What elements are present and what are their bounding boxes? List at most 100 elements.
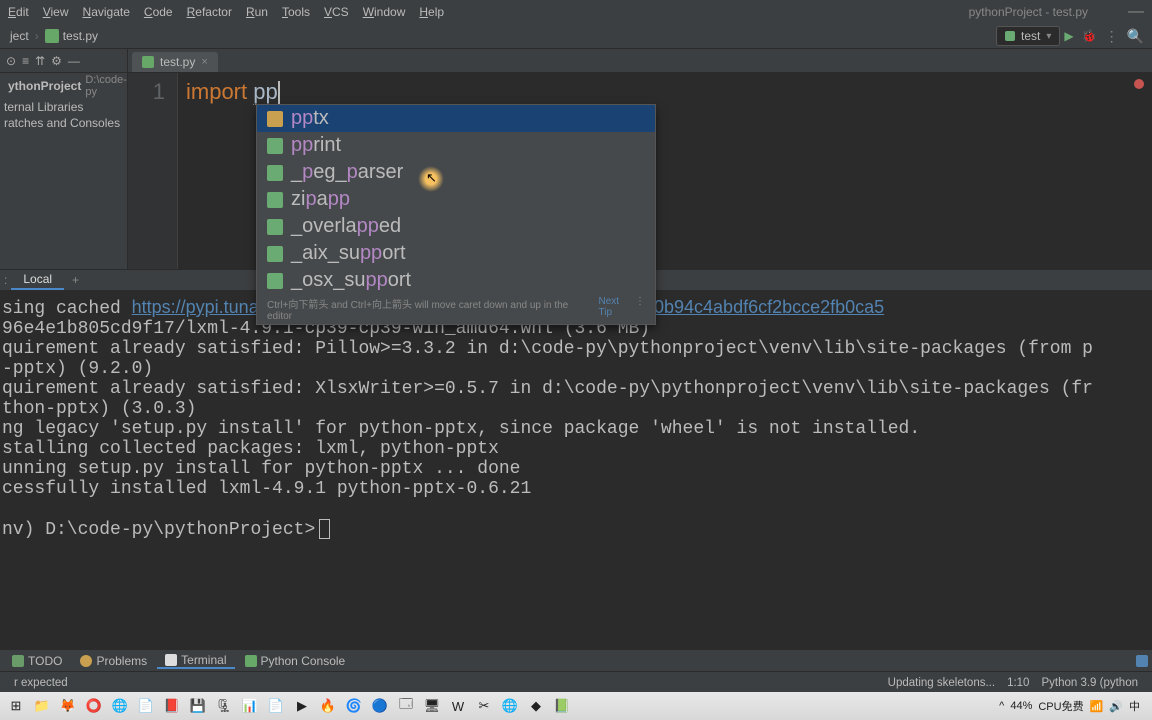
autocomplete-item[interactable]: pptx (257, 105, 655, 132)
autocomplete-item[interactable]: zipapp (257, 186, 655, 213)
python-console-icon (245, 655, 257, 667)
event-log-icon[interactable] (1136, 655, 1148, 667)
taskbar-app-icon[interactable]: 📄 (264, 696, 288, 716)
taskbar-app-icon[interactable]: 🔥 (316, 696, 340, 716)
title-breadcrumb: pythonProject - test.py (969, 5, 1088, 19)
terminal-tab-local[interactable]: Local (11, 270, 64, 290)
tray-battery[interactable]: 44% (1010, 700, 1032, 712)
expand-all-icon[interactable]: ≡ (22, 54, 29, 68)
menu-refactor[interactable]: Refactor (187, 5, 232, 19)
search-icon[interactable]: 🔍 (1127, 28, 1144, 45)
module-icon (267, 273, 283, 289)
autocomplete-item[interactable]: _overlapped (257, 213, 655, 240)
next-tip-link[interactable]: Next Tip (598, 296, 635, 322)
tree-project-root[interactable]: ythonProject D:\code-py (0, 73, 127, 99)
taskbar-app-icon[interactable]: ▶ (290, 696, 314, 716)
menu-code[interactable]: Code (144, 5, 173, 19)
menu-vcs[interactable]: VCS (324, 5, 349, 19)
terminal-cursor (319, 519, 330, 539)
scroll-from-source-icon[interactable]: ⊙ (6, 54, 16, 68)
tray-wifi-icon[interactable]: 📶 (1090, 700, 1104, 713)
menu-window[interactable]: Window (363, 5, 406, 19)
folder-icon (267, 111, 283, 127)
project-sidebar: ⊙ ≡ ⇈ ⚙ — ythonProject D:\code-py ternal… (0, 49, 128, 269)
menu-navigate[interactable]: Navigate (83, 5, 130, 19)
taskbar-app-icon[interactable]: 📄 (134, 696, 158, 716)
taskbar-app-icon[interactable]: 🖥 (420, 696, 444, 716)
project-toolbar: ⊙ ≡ ⇈ ⚙ — (0, 49, 127, 73)
module-icon (267, 192, 283, 208)
tab-python-console[interactable]: Python Console (237, 654, 354, 668)
tray-ime[interactable]: 中 (1129, 698, 1140, 714)
module-icon (267, 138, 283, 154)
autocomplete-item[interactable]: _osx_support (257, 267, 655, 294)
tray-volume-icon[interactable]: 🔊 (1109, 700, 1123, 713)
taskbar-app-icon[interactable]: 📁 (30, 696, 54, 716)
autocomplete-label: _osx_support (291, 269, 411, 292)
menu-help[interactable]: Help (419, 5, 444, 19)
taskbar-app-icon[interactable]: ◆ (524, 696, 548, 716)
file-tab-testpy[interactable]: test.py × (132, 52, 218, 72)
status-message: r expected (8, 677, 74, 689)
minimize-button[interactable]: — (1128, 3, 1144, 21)
tree-path: D:\code-py (85, 74, 127, 98)
taskbar-app-icon[interactable]: 📊 (238, 696, 262, 716)
tab-todo[interactable]: TODO (4, 654, 70, 668)
taskbar-app-icon[interactable]: W (446, 696, 470, 716)
taskbar-app-icon[interactable]: 🌐 (498, 696, 522, 716)
status-interpreter[interactable]: Python 3.9 (python (1035, 677, 1144, 689)
gutter: 1 (128, 73, 178, 269)
taskbar-app-icon[interactable]: 🌐 (108, 696, 132, 716)
tab-terminal[interactable]: Terminal (157, 653, 234, 669)
tray-cpu[interactable]: CPU免费 (1038, 698, 1083, 714)
status-skeletons: Updating skeletons... (882, 677, 1001, 689)
breadcrumb-project[interactable]: ject (4, 27, 35, 45)
tree-scratches[interactable]: ratches and Consoles (0, 115, 127, 131)
run-button[interactable]: ▶ (1064, 29, 1073, 43)
tree-label: ythonProject (8, 79, 81, 93)
autocomplete-item[interactable]: _peg_parser (257, 159, 655, 186)
taskbar-app-icon[interactable]: ⭕ (82, 696, 106, 716)
autocomplete-hint: Ctrl+向下箭头 and Ctrl+向上箭头 will move caret … (257, 294, 655, 324)
windows-taskbar: ⊞📁🦊⭕🌐📄📕💾🗜📊📄▶🔥🌀🔵🗔🖥W✂🌐◆📗 ^ 44% CPU免费 📶 🔊 中 (0, 692, 1152, 720)
breadcrumb-file[interactable]: test.py (39, 27, 104, 45)
run-config-selector[interactable]: test (996, 26, 1060, 46)
menu-view[interactable]: View (43, 5, 69, 19)
tab-problems[interactable]: Problems (72, 654, 155, 668)
taskbar-app-icon[interactable]: 🗔 (394, 696, 418, 716)
menu-bar: Edit View Navigate Code Refactor Run Too… (0, 0, 1152, 24)
autocomplete-label: pprint (291, 134, 341, 157)
autocomplete-item[interactable]: _aix_support (257, 240, 655, 267)
terminal-output[interactable]: sing cached https://pypi.tuna.tsinghua.e… (0, 291, 1152, 649)
taskbar-app-icon[interactable]: ✂ (472, 696, 496, 716)
tray-expand-icon[interactable]: ^ (999, 700, 1004, 712)
tree-external-libs[interactable]: ternal Libraries (0, 99, 127, 115)
line-number: 1 (128, 79, 165, 105)
collapse-all-icon[interactable]: ⇈ (35, 54, 45, 68)
more-actions-icon[interactable]: ⋮ (1105, 28, 1119, 45)
taskbar-app-icon[interactable]: 🌀 (342, 696, 366, 716)
taskbar-app-icon[interactable]: 📗 (550, 696, 574, 716)
autocomplete-label: _overlapped (291, 215, 401, 238)
more-icon[interactable]: ⋮ (635, 296, 645, 322)
menu-edit[interactable]: Edit (8, 5, 29, 19)
close-tab-icon[interactable]: × (201, 56, 207, 68)
error-indicator-icon[interactable] (1134, 79, 1144, 89)
system-tray: ^ 44% CPU免费 📶 🔊 中 (991, 698, 1148, 714)
debug-button[interactable]: 🐞 (1082, 29, 1097, 43)
menu-run[interactable]: Run (246, 5, 268, 19)
menu-tools[interactable]: Tools (282, 5, 310, 19)
hide-icon[interactable]: — (68, 54, 80, 68)
autocomplete-item[interactable]: pprint (257, 132, 655, 159)
add-terminal-button[interactable]: + (64, 273, 87, 287)
python-file-icon (45, 29, 59, 43)
taskbar-app-icon[interactable]: 🔵 (368, 696, 392, 716)
tool-window-tabs: TODO Problems Terminal Python Console (0, 649, 1152, 671)
settings-icon[interactable]: ⚙ (51, 54, 62, 68)
taskbar-app-icon[interactable]: 📕 (160, 696, 184, 716)
taskbar-app-icon[interactable]: 🦊 (56, 696, 80, 716)
taskbar-app-icon[interactable]: 💾 (186, 696, 210, 716)
status-position[interactable]: 1:10 (1001, 677, 1035, 689)
taskbar-app-icon[interactable]: ⊞ (4, 696, 28, 716)
taskbar-app-icon[interactable]: 🗜 (212, 696, 236, 716)
